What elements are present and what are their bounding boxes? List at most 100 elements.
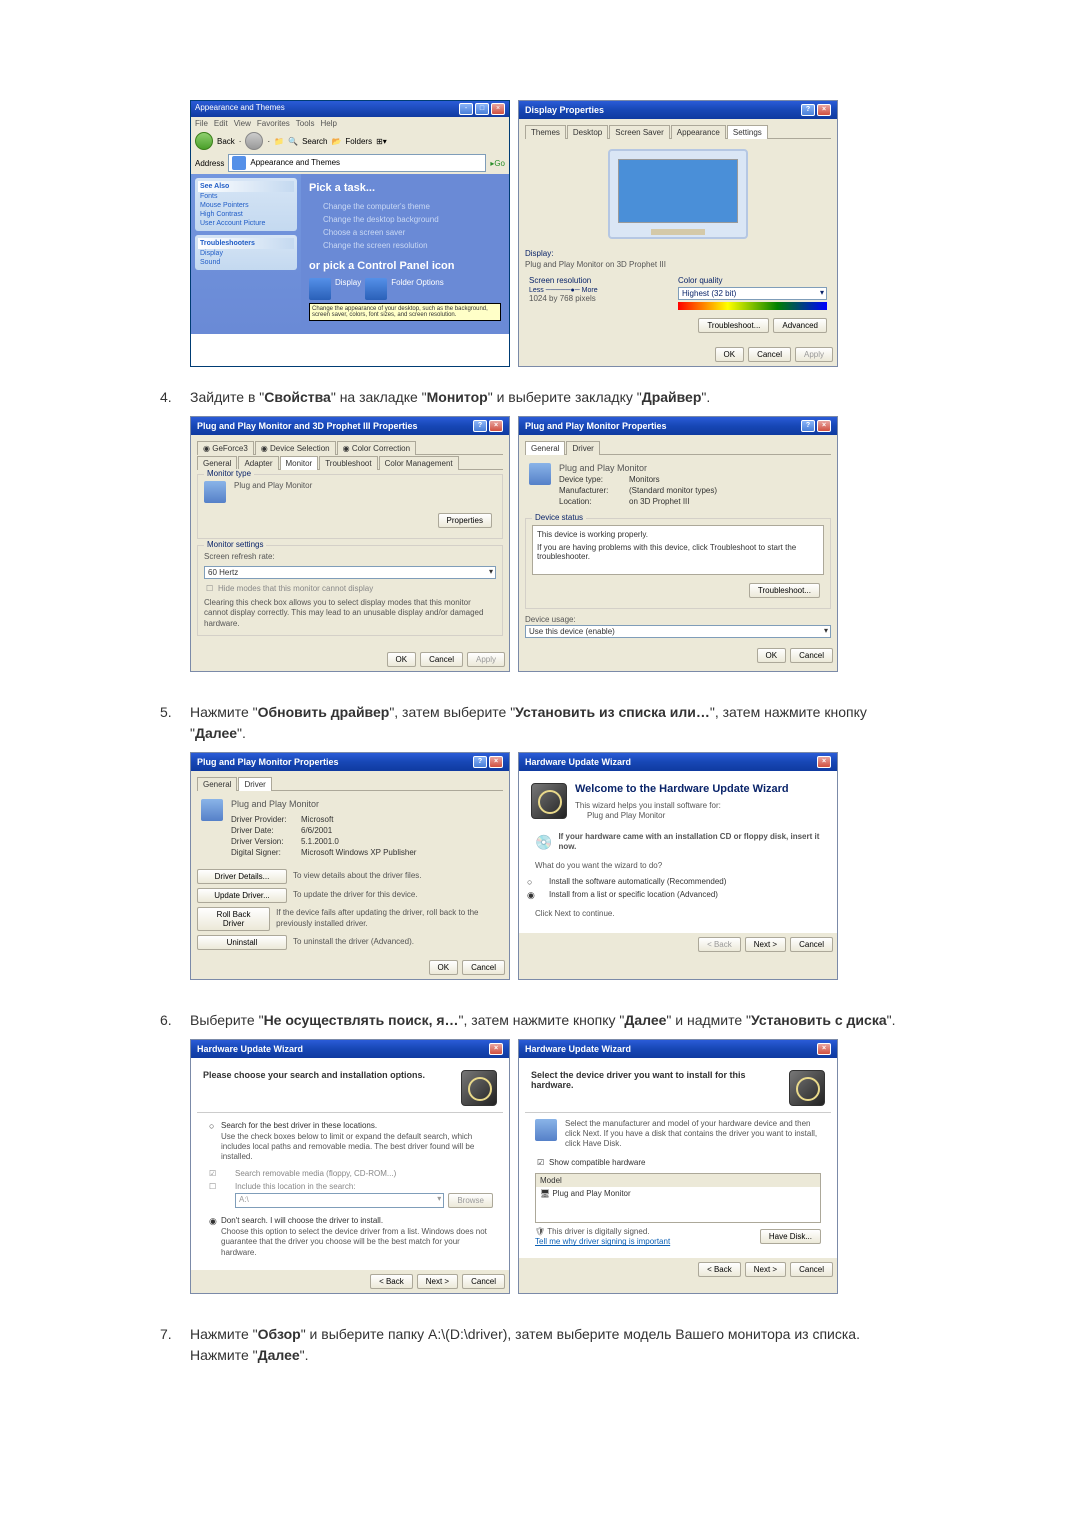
refresh-dropdown[interactable]: 60 Hertz bbox=[204, 566, 496, 579]
menu-file[interactable]: File bbox=[195, 119, 208, 128]
tab-color-mgmt[interactable]: Color Management bbox=[379, 456, 459, 470]
sidebar-link[interactable]: Mouse Pointers bbox=[198, 201, 294, 210]
close-icon[interactable]: × bbox=[489, 756, 503, 768]
cancel-button[interactable]: Cancel bbox=[790, 648, 833, 663]
task-link[interactable]: Choose a screen saver bbox=[309, 226, 501, 239]
next-button[interactable]: Next > bbox=[417, 1274, 458, 1289]
task-link[interactable]: Change the computer's theme bbox=[309, 200, 501, 213]
back-button[interactable]: < Back bbox=[698, 937, 741, 952]
close-icon[interactable]: × bbox=[491, 103, 505, 115]
chk-location[interactable]: Include this location in the search: bbox=[207, 1180, 493, 1193]
ok-button[interactable]: OK bbox=[429, 960, 459, 975]
update-driver-button[interactable]: Update Driver... bbox=[197, 888, 287, 903]
uninstall-button[interactable]: Uninstall bbox=[197, 935, 287, 950]
search-icon[interactable]: 🔍 bbox=[288, 137, 298, 146]
close-icon[interactable]: × bbox=[817, 1043, 831, 1055]
cancel-button[interactable]: Cancel bbox=[748, 347, 791, 362]
model-list-item[interactable]: 🖥 Plug and Play Monitor bbox=[536, 1187, 820, 1200]
ok-button[interactable]: OK bbox=[387, 652, 417, 667]
tab-themes[interactable]: Themes bbox=[525, 125, 566, 139]
help-icon[interactable]: ? bbox=[801, 104, 815, 116]
tab-driver[interactable]: Driver bbox=[238, 777, 271, 791]
path-dropdown[interactable]: A:\ bbox=[235, 1193, 444, 1208]
close-icon[interactable]: × bbox=[817, 420, 831, 432]
display-icon[interactable] bbox=[309, 278, 331, 300]
sidebar-link[interactable]: User Account Picture bbox=[198, 219, 294, 228]
tab-adapter[interactable]: Adapter bbox=[238, 456, 278, 470]
minimize-icon[interactable]: - bbox=[459, 103, 473, 115]
why-signing-link[interactable]: Tell me why driver signing is important bbox=[535, 1237, 670, 1246]
folders-icon[interactable]: 📂 bbox=[331, 137, 341, 146]
views-icon[interactable]: ⊞▾ bbox=[376, 137, 387, 146]
menu-view[interactable]: View bbox=[234, 119, 251, 128]
chk-compat[interactable]: Show compatible hardware bbox=[535, 1156, 821, 1169]
radio-search[interactable]: Search for the best driver in these loca… bbox=[207, 1119, 493, 1132]
back-button[interactable]: < Back bbox=[370, 1274, 413, 1289]
tab-strip: Themes Desktop Screen Saver Appearance S… bbox=[525, 125, 831, 139]
back-button[interactable]: < Back bbox=[698, 1262, 741, 1277]
properties-button[interactable]: Properties bbox=[438, 513, 492, 528]
radio-list[interactable]: Install from a list or specific location… bbox=[525, 888, 831, 901]
radio-dont-search[interactable]: Don't search. I will choose the driver t… bbox=[207, 1214, 493, 1227]
radio-auto[interactable]: Install the software automatically (Reco… bbox=[525, 875, 831, 888]
help-icon[interactable]: ? bbox=[801, 420, 815, 432]
go-button[interactable]: ▸Go bbox=[490, 159, 505, 168]
address-input[interactable]: Appearance and Themes bbox=[228, 154, 486, 172]
color-dropdown[interactable]: Highest (32 bit) bbox=[678, 287, 827, 300]
rollback-button[interactable]: Roll Back Driver bbox=[197, 907, 270, 931]
tab-driver[interactable]: Driver bbox=[566, 441, 599, 455]
back-button[interactable] bbox=[195, 132, 213, 150]
menu-help[interactable]: Help bbox=[320, 119, 336, 128]
menu-tools[interactable]: Tools bbox=[296, 119, 315, 128]
up-icon[interactable]: 📁 bbox=[274, 137, 284, 146]
close-icon[interactable]: × bbox=[489, 420, 503, 432]
window-title: Appearance and Themes bbox=[195, 103, 285, 115]
tab-general[interactable]: General bbox=[197, 777, 237, 791]
ok-button[interactable]: OK bbox=[757, 648, 787, 663]
tab-desktop[interactable]: Desktop bbox=[567, 125, 608, 139]
close-icon[interactable]: × bbox=[489, 1043, 503, 1055]
cancel-button[interactable]: Cancel bbox=[462, 1274, 505, 1289]
folder-options-icon[interactable] bbox=[365, 278, 387, 300]
tab-settings[interactable]: Settings bbox=[727, 125, 768, 139]
usage-dropdown[interactable]: Use this device (enable) bbox=[525, 625, 831, 638]
tab-general[interactable]: General bbox=[197, 456, 237, 470]
troubleshoot-button[interactable]: Troubleshoot... bbox=[698, 318, 769, 333]
tab-troubleshoot[interactable]: Troubleshoot bbox=[319, 456, 377, 470]
browse-button[interactable]: Browse bbox=[448, 1193, 493, 1208]
ok-button[interactable]: OK bbox=[715, 347, 745, 362]
forward-button[interactable] bbox=[245, 132, 263, 150]
tab-screensaver[interactable]: Screen Saver bbox=[609, 125, 669, 139]
task-link[interactable]: Change the screen resolution bbox=[309, 239, 501, 252]
next-button[interactable]: Next > bbox=[745, 937, 786, 952]
menu-favorites[interactable]: Favorites bbox=[257, 119, 290, 128]
hide-modes-checkbox[interactable]: Hide modes that this monitor cannot disp… bbox=[204, 582, 496, 595]
apply-button[interactable]: Apply bbox=[795, 347, 833, 362]
sidebar-link[interactable]: Display bbox=[198, 249, 294, 258]
menu-edit[interactable]: Edit bbox=[214, 119, 228, 128]
tab-appearance[interactable]: Appearance bbox=[671, 125, 726, 139]
apply-button[interactable]: Apply bbox=[467, 652, 505, 667]
close-icon[interactable]: × bbox=[817, 104, 831, 116]
cancel-button[interactable]: Cancel bbox=[790, 1262, 833, 1277]
cancel-button[interactable]: Cancel bbox=[790, 937, 833, 952]
tab-general[interactable]: General bbox=[525, 441, 565, 455]
cancel-button[interactable]: Cancel bbox=[462, 960, 505, 975]
cancel-button[interactable]: Cancel bbox=[420, 652, 463, 667]
sidebar-link[interactable]: High Contrast bbox=[198, 210, 294, 219]
have-disk-button[interactable]: Have Disk... bbox=[760, 1229, 821, 1244]
help-icon[interactable]: ? bbox=[473, 420, 487, 432]
chk-removable[interactable]: Search removable media (floppy, CD-ROM..… bbox=[207, 1167, 493, 1180]
maximize-icon[interactable]: □ bbox=[475, 103, 489, 115]
task-link[interactable]: Change the desktop background bbox=[309, 213, 501, 226]
troubleshoot-button[interactable]: Troubleshoot... bbox=[749, 583, 820, 598]
sidebar-link[interactable]: Fonts bbox=[198, 192, 294, 201]
tab-monitor[interactable]: Monitor bbox=[280, 456, 319, 470]
close-icon[interactable]: × bbox=[817, 756, 831, 768]
driver-details-button[interactable]: Driver Details... bbox=[197, 869, 287, 884]
sidebar-link[interactable]: Sound bbox=[198, 258, 294, 267]
help-icon[interactable]: ? bbox=[473, 756, 487, 768]
monitor-icon bbox=[201, 799, 223, 821]
advanced-button[interactable]: Advanced bbox=[773, 318, 827, 333]
next-button[interactable]: Next > bbox=[745, 1262, 786, 1277]
